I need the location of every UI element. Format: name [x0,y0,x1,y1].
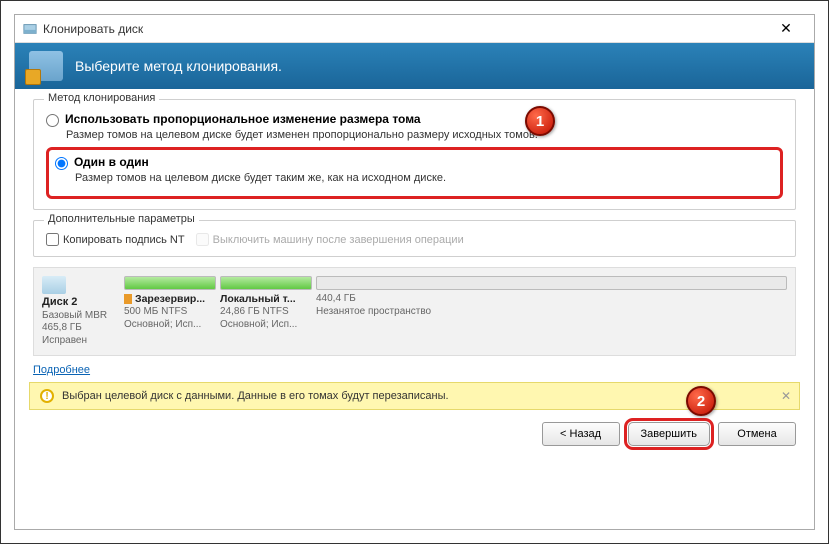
partition-3-size: 440,4 ГБ [316,293,787,306]
back-button[interactable]: < Назад [542,422,620,446]
dialog-window: Клонировать диск ✕ Выберите метод клонир… [14,14,815,530]
disk-size: 465,8 ГБ [42,322,120,335]
radio-one-to-one-label: Один в один [74,155,149,169]
radio-one-to-one-highlight: Один в один Размер томов на целевом диск… [46,147,783,199]
radio-proportional-label: Использовать пропорциональное изменение … [65,112,421,126]
partition-2-size: 24,86 ГБ NTFS [220,306,312,319]
checkbox-shutdown-label: Выключить машину после завершения операц… [213,234,464,246]
warning-bar: ! Выбран целевой диск с данными. Данные … [29,382,800,410]
partition-unallocated[interactable]: 440,4 ГБ Незанятое пространство [316,276,787,347]
radio-one-to-one-input[interactable] [55,157,68,170]
cancel-button[interactable]: Отмена [718,422,796,446]
radio-proportional[interactable]: Использовать пропорциональное изменение … [46,112,783,127]
disk-info: Диск 2 Базовый MBR 465,8 ГБ Исправен [42,276,120,347]
checkbox-shutdown [196,233,209,246]
radio-one-to-one[interactable]: Один в один [55,155,774,170]
window-title: Клонировать диск [43,22,766,36]
method-groupbox: Метод клонирования Использовать пропорци… [33,99,796,210]
disk-type: Базовый MBR [42,310,120,323]
header-band: Выберите метод клонирования. [15,43,814,89]
button-row: < Назад Завершить 2 Отмена [15,410,814,458]
partition-2-kind: Основной; Исп... [220,319,312,332]
annotation-marker-1: 1 [525,106,555,136]
disk-name: Диск 2 [42,296,120,310]
header-text: Выберите метод клонирования. [75,58,282,74]
more-link[interactable]: Подробнее [33,364,90,376]
partition-1-size: 500 МБ NTFS [124,306,216,319]
close-button[interactable]: ✕ [766,20,806,37]
partition-1-name: Зарезервир... [135,293,205,305]
warning-text: Выбран целевой диск с данными. Данные в … [62,390,449,402]
partition-1-kind: Основной; Исп... [124,319,216,332]
flag-icon [124,294,132,304]
warning-close-icon[interactable]: ✕ [781,389,791,403]
wizard-icon [29,51,63,81]
partition-1[interactable]: Зарезервир... 500 МБ NTFS Основной; Исп.… [124,276,216,347]
radio-proportional-input[interactable] [46,114,59,127]
app-icon [23,22,37,36]
titlebar: Клонировать диск ✕ [15,15,814,43]
radio-one-to-one-desc: Размер томов на целевом диске будет таки… [75,172,774,184]
checkbox-copy-nt-label: Копировать подпись NT [63,234,185,246]
disk-icon [42,276,66,294]
partition-3-kind: Незанятое пространство [316,306,787,319]
disk-status: Исправен [42,335,120,348]
partition-2-name: Локальный т... [220,293,312,306]
checkbox-copy-nt[interactable] [46,233,59,246]
extra-groupbox: Дополнительные параметры Копировать подп… [33,220,796,257]
radio-proportional-desc: Размер томов на целевом диске будет изме… [66,129,783,141]
method-legend: Метод клонирования [44,92,159,104]
finish-button[interactable]: Завершить [628,422,710,446]
partition-2[interactable]: Локальный т... 24,86 ГБ NTFS Основной; И… [220,276,312,347]
annotation-marker-2: 2 [686,386,716,416]
extra-legend: Дополнительные параметры [44,213,199,225]
disk-layout-panel: Диск 2 Базовый MBR 465,8 ГБ Исправен Зар… [33,267,796,356]
warning-icon: ! [40,389,54,403]
